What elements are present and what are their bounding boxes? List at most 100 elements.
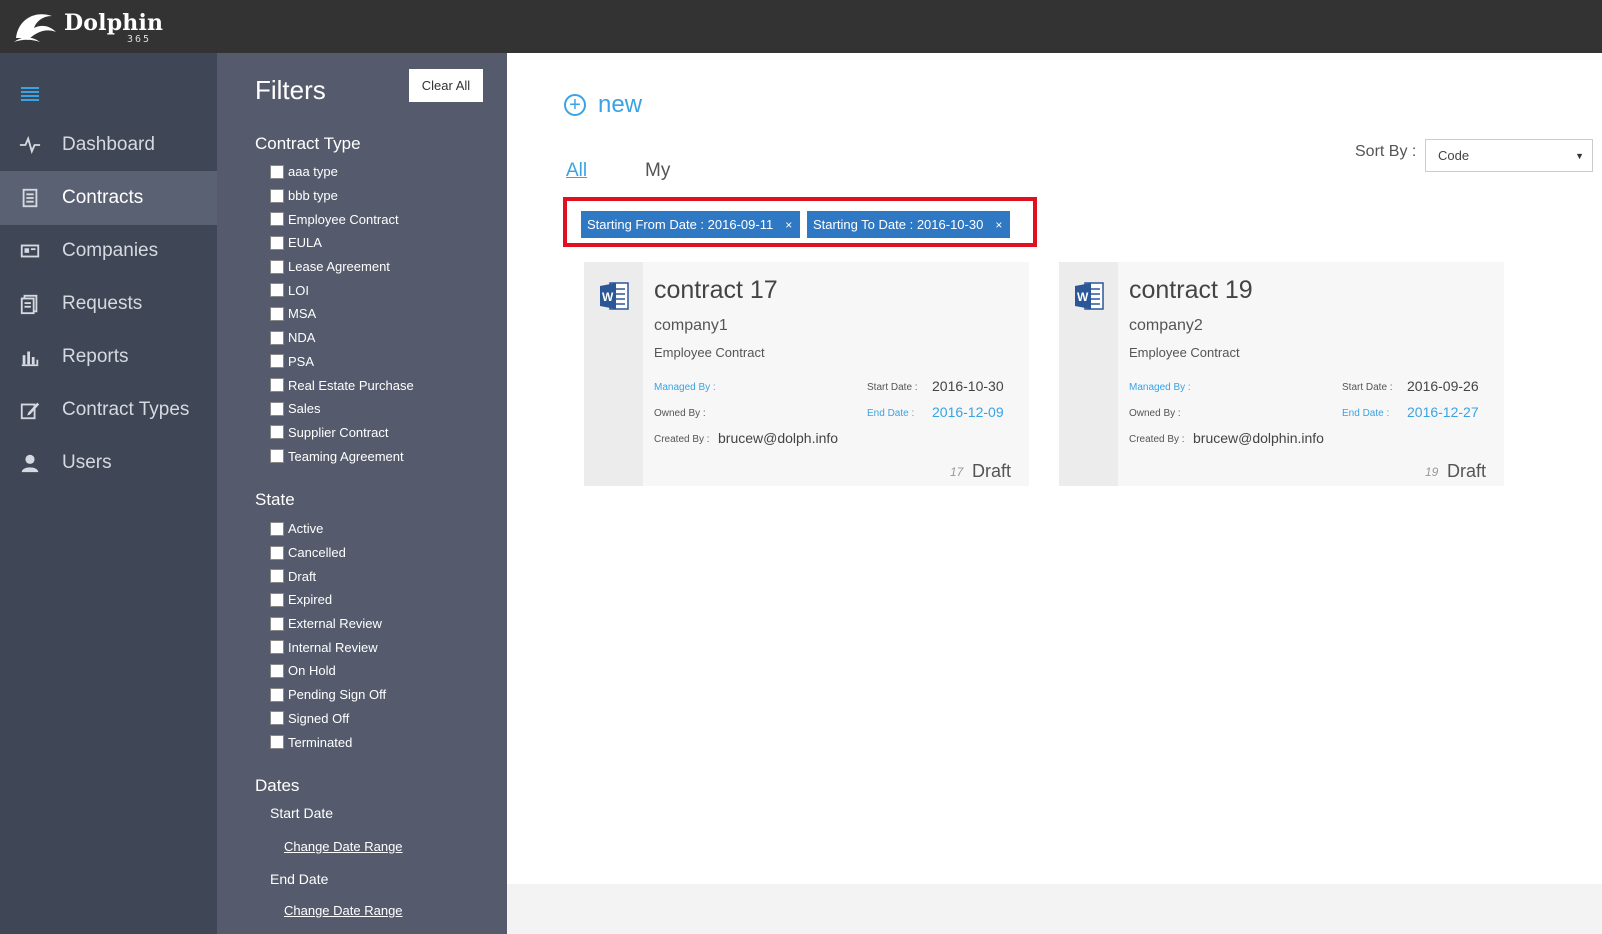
option-label: Employee Contract (288, 211, 399, 227)
state-option[interactable]: Draft (270, 564, 386, 588)
card-side: W (1059, 262, 1118, 486)
contract-type-option[interactable]: bbb type (270, 184, 414, 208)
filters-panel: Filters Clear All Contract Type aaa type… (217, 53, 507, 934)
active-filter-tags: Starting From Date : 2016-09-11 × Starti… (563, 197, 1037, 247)
checkbox[interactable] (270, 663, 284, 678)
tab-all[interactable]: All (566, 160, 587, 182)
checkbox[interactable] (270, 521, 284, 536)
option-label: On Hold (288, 663, 336, 679)
state-option[interactable]: On Hold (270, 659, 386, 683)
checkbox[interactable] (270, 401, 284, 416)
app-logo[interactable]: Dolphin 365 (12, 8, 172, 48)
checkbox[interactable] (270, 164, 284, 179)
card-side: W (584, 262, 643, 486)
contract-company: company1 (654, 317, 728, 334)
state-option[interactable]: Terminated (270, 730, 386, 754)
dolphin-logo-icon (14, 14, 56, 42)
checkbox[interactable] (270, 306, 284, 321)
checkbox[interactable] (270, 711, 284, 726)
contract-number: 19 (1425, 465, 1439, 479)
left-nav: Dashboard Contracts Companies Requests R… (0, 53, 217, 934)
nav-item-requests[interactable]: Requests (0, 277, 217, 331)
contract-status: Draft (972, 461, 1012, 481)
contract-type-option[interactable]: Supplier Contract (270, 421, 414, 445)
contract-type-option[interactable]: LOI (270, 278, 414, 302)
contract-card[interactable]: W contract 19 company2 Employee Contract… (1059, 262, 1504, 486)
dates-title: Dates (255, 776, 300, 795)
edit-icon (18, 398, 42, 422)
contract-type-option[interactable]: MSA (270, 302, 414, 326)
checkbox[interactable] (270, 188, 284, 203)
contract-type-option[interactable]: Real Estate Purchase (270, 373, 414, 397)
contract-type-option[interactable]: Lease Agreement (270, 255, 414, 279)
close-icon[interactable]: × (995, 218, 1002, 232)
checkbox[interactable] (270, 640, 284, 655)
option-label: Draft (288, 568, 317, 584)
checkbox[interactable] (270, 592, 284, 607)
created-by-value: brucew@dolph.info (718, 430, 839, 446)
start-date-label: Start Date : (1342, 382, 1393, 393)
checkbox[interactable] (270, 687, 284, 702)
tab-my[interactable]: My (645, 160, 670, 182)
nav-label-users: Users (62, 452, 112, 473)
pulse-icon (18, 133, 42, 157)
contract-type-option[interactable]: Employee Contract (270, 207, 414, 231)
nav-label-reports: Reports (62, 346, 129, 367)
state-option[interactable]: Expired (270, 588, 386, 612)
top-bar: Dolphin 365 (0, 0, 1602, 53)
contract-name: contract 19 (1129, 276, 1253, 304)
checkbox[interactable] (270, 283, 284, 298)
state-option[interactable]: Active (270, 517, 386, 541)
start-date-change-range-link[interactable]: Change Date Range (284, 839, 403, 854)
close-icon[interactable]: × (785, 218, 792, 232)
checkbox[interactable] (270, 449, 284, 464)
nav-item-contract-types[interactable]: Contract Types (0, 383, 217, 437)
nav-item-dashboard[interactable]: Dashboard (0, 118, 217, 172)
contract-type-option[interactable]: EULA (270, 231, 414, 255)
contract-type-option[interactable]: Sales (270, 397, 414, 421)
contract-type-option[interactable]: PSA (270, 350, 414, 374)
nav-label-contract-types: Contract Types (62, 399, 190, 420)
contract-card[interactable]: W contract 17 company1 Employee Contract… (584, 262, 1029, 486)
state-option[interactable]: Pending Sign Off (270, 683, 386, 707)
checkbox[interactable] (270, 616, 284, 631)
checkbox[interactable] (270, 545, 284, 560)
sort-by-label: Sort By : (1355, 143, 1417, 160)
main-content: + new All My Sort By : Code ▼ Starting F… (507, 53, 1602, 934)
state-option[interactable]: Internal Review (270, 635, 386, 659)
state-option[interactable]: External Review (270, 612, 386, 636)
checkbox[interactable] (270, 235, 284, 250)
state-option[interactable]: Signed Off (270, 707, 386, 731)
checkbox[interactable] (270, 259, 284, 274)
nav-item-users[interactable]: Users (0, 436, 217, 490)
user-icon (18, 451, 42, 475)
checkbox[interactable] (270, 425, 284, 440)
filters-title: Filters (255, 75, 326, 105)
end-date-value: 2016-12-09 (932, 404, 1004, 420)
checkbox[interactable] (270, 735, 284, 750)
clear-all-button[interactable]: Clear All (409, 69, 483, 102)
checkbox[interactable] (270, 330, 284, 345)
nav-item-reports[interactable]: Reports (0, 330, 217, 384)
state-option[interactable]: Cancelled (270, 541, 386, 565)
owned-by-label: Owned By : (654, 408, 706, 419)
checkbox[interactable] (270, 378, 284, 393)
option-label: bbb type (288, 188, 338, 204)
caret-down-icon: ▼ (1575, 151, 1584, 161)
sort-by-select[interactable]: Code ▼ (1425, 139, 1593, 172)
option-label: MSA (288, 306, 317, 322)
checkbox[interactable] (270, 354, 284, 369)
contract-type-option[interactable]: aaa type (270, 160, 414, 184)
checkbox[interactable] (270, 212, 284, 227)
contract-type-option[interactable]: NDA (270, 326, 414, 350)
contract-type-option[interactable]: Teaming Agreement (270, 444, 414, 468)
nav-item-companies[interactable]: Companies (0, 224, 217, 278)
checkbox[interactable] (270, 569, 284, 584)
nav-item-contracts[interactable]: Contracts (0, 171, 217, 225)
hamburger-menu-icon[interactable] (21, 87, 39, 101)
request-icon (18, 292, 42, 316)
contract-type-list: aaa type bbb type Employee Contract EULA… (270, 160, 414, 468)
end-date-change-range-link[interactable]: Change Date Range (284, 903, 403, 918)
contract-company: company2 (1129, 317, 1203, 334)
new-contract-button[interactable]: + new (564, 91, 642, 119)
